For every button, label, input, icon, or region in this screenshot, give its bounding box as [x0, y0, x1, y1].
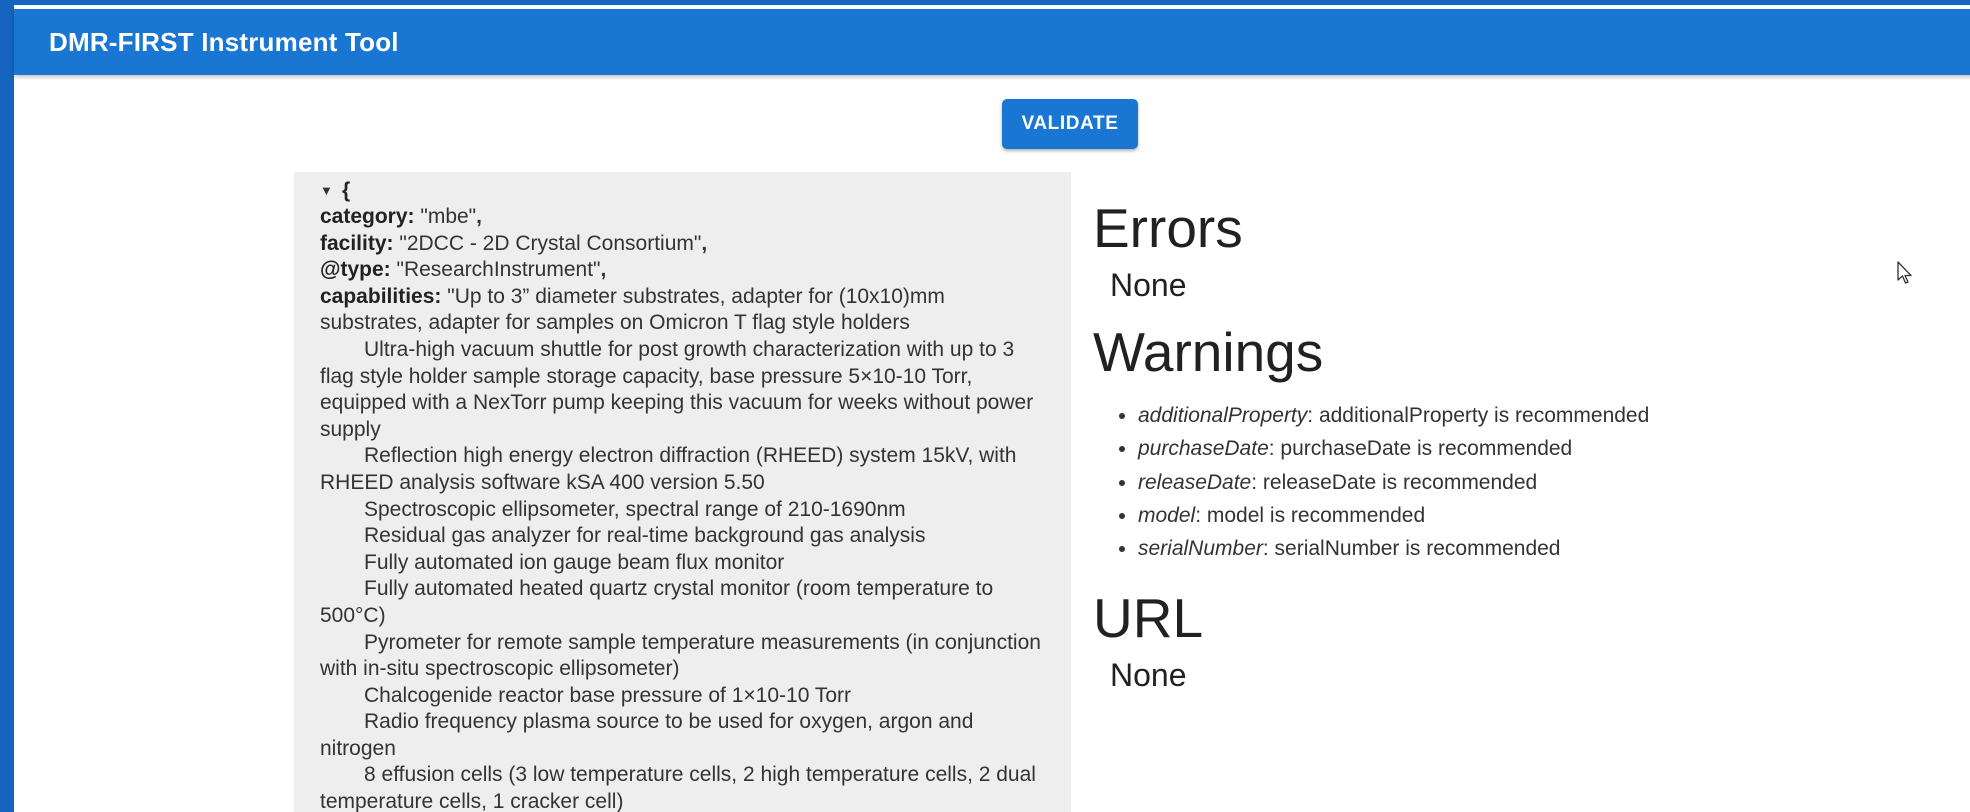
json-viewer[interactable]: ▼ { category: "mbe", facility: "2DCC - 2D… — [294, 172, 1071, 812]
warning-item: additionalProperty: additionalProperty i… — [1138, 399, 1853, 432]
json-open-brace: { — [342, 178, 351, 202]
mouse-pointer-icon — [1897, 261, 1912, 284]
json-comma: , — [701, 231, 708, 255]
warning-item: releaseDate: releaseDate is recommended — [1138, 466, 1853, 499]
warning-message: : serialNumber is recommended — [1262, 537, 1561, 561]
capability-line: 8 effusion cells (3 low temperature cell… — [320, 763, 1036, 812]
warning-item: purchaseDate: purchaseDate is recommende… — [1138, 432, 1853, 465]
json-key: capabilities: — [320, 284, 442, 308]
collapse-triangle-icon[interactable]: ▼ — [320, 178, 333, 205]
capability-line: Chalcogenide reactor base pressure of 1×… — [364, 683, 851, 707]
warning-message: : releaseDate is recommended — [1251, 470, 1538, 494]
json-fields: category: "mbe", facility: "2DCC - 2D Cry… — [320, 204, 1051, 284]
json-capabilities-value: "Up to 3” diameter substrates, adapter f… — [320, 285, 1051, 812]
warning-property: additionalProperty — [1138, 404, 1308, 427]
warning-property: model — [1138, 503, 1196, 527]
capability-line: Spectroscopic ellipsometer, spectral ran… — [364, 497, 906, 521]
window-left-edge — [5, 5, 14, 812]
capability-line: Fully automated heated quartz crystal mo… — [320, 577, 994, 627]
capability-line: Radio frequency plasma source to be used… — [320, 710, 974, 760]
json-value: "ResearchInstrument" — [396, 258, 601, 282]
capability-line: Pyrometer for remote sample temperature … — [320, 630, 1041, 681]
errors-value: None — [1110, 267, 1187, 303]
json-value: "2DCC - 2D Crystal Consortium" — [399, 231, 702, 255]
warning-message: : purchaseDate is recommended — [1268, 437, 1573, 461]
capability-line: Reflection high energy electron diffract… — [320, 444, 1017, 494]
json-key: category: — [320, 205, 415, 228]
capability-line: Residual gas analyzer for real-time back… — [364, 524, 926, 548]
json-value: "mbe" — [420, 205, 477, 228]
json-comma: , — [476, 205, 482, 228]
json-field-capabilities: capabilities: "Up to 3” diameter substra… — [320, 284, 1051, 812]
json-key: facility: — [320, 231, 394, 255]
warning-message: : additionalProperty is recommended — [1307, 404, 1650, 427]
json-field: category: "mbe", — [320, 204, 1051, 231]
json-field: facility: "2DCC - 2D Crystal Consortium"… — [320, 231, 1051, 258]
json-field: @type: "ResearchInstrument", — [320, 257, 1051, 284]
warnings-heading: Warnings — [1093, 321, 1324, 383]
capability-line: Ultra-high vacuum shuttle for post growt… — [320, 337, 1034, 441]
warning-property: serialNumber — [1138, 537, 1263, 561]
app-window: DMR-FIRST Instrument Tool VALIDATE ▼ { c… — [0, 0, 1970, 812]
json-key: @type: — [320, 258, 391, 282]
validation-results: Errors None Warnings additionalProperty:… — [1093, 195, 1853, 695]
capability-line: Fully automated ion gauge beam flux moni… — [364, 550, 785, 574]
errors-heading: Errors — [1093, 197, 1243, 259]
app-title: DMR-FIRST Instrument Tool — [49, 26, 399, 57]
json-comma: , — [600, 258, 607, 282]
warning-message: : model is recommended — [1195, 503, 1426, 527]
url-value: None — [1110, 657, 1187, 694]
warnings-list: additionalProperty: additionalProperty i… — [1138, 399, 1853, 565]
validate-button[interactable]: VALIDATE — [1002, 99, 1138, 149]
app-bar: DMR-FIRST Instrument Tool — [14, 9, 1970, 75]
warning-item: model: model is recommended — [1138, 499, 1853, 532]
warning-property: purchaseDate — [1138, 437, 1269, 461]
url-heading: URL — [1093, 587, 1204, 650]
json-root-toggle[interactable]: ▼ { — [320, 178, 1051, 204]
warning-property: releaseDate — [1138, 470, 1252, 494]
warning-item: serialNumber: serialNumber is recommende… — [1138, 532, 1853, 565]
